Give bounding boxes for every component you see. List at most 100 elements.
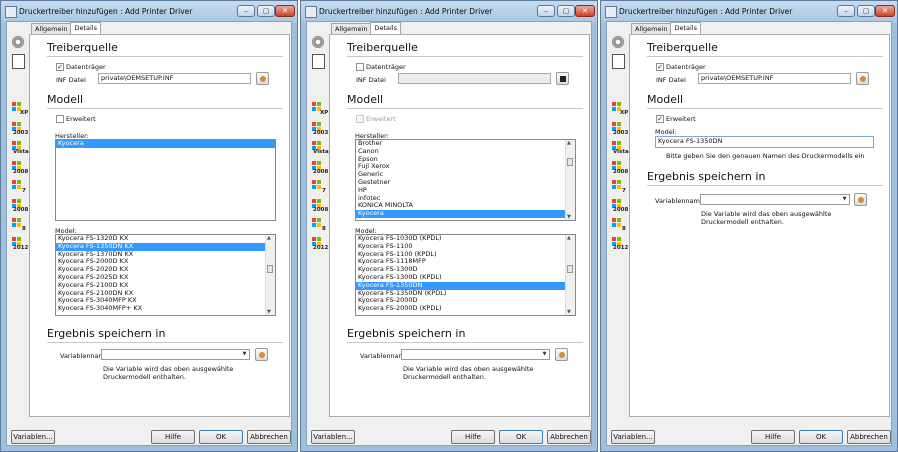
extended-checkbox[interactable]: [56, 115, 64, 123]
variables-button[interactable]: Variablen...: [611, 430, 655, 444]
os-2012[interactable]: 2012: [12, 237, 28, 255]
scroll-up-icon[interactable]: ▲: [567, 235, 571, 241]
list-item[interactable]: HP: [356, 186, 575, 195]
variables-button[interactable]: Variablen...: [11, 430, 55, 444]
chevron-down-icon[interactable]: ▼: [540, 350, 549, 359]
os-xp[interactable]: XP: [312, 102, 328, 120]
help-button[interactable]: Hilfe: [451, 430, 495, 444]
maximize-button[interactable]: ▢: [557, 5, 575, 17]
extended-checkbox[interactable]: ✓: [656, 115, 664, 123]
scrollbar[interactable]: ▲ ▼: [565, 235, 575, 315]
ok-button[interactable]: OK: [499, 430, 543, 444]
list-item[interactable]: Kyocera: [356, 209, 575, 218]
scroll-thumb[interactable]: [567, 158, 573, 166]
browse-button[interactable]: [256, 72, 269, 85]
inf-path-field[interactable]: [398, 73, 551, 84]
scroll-down-icon[interactable]: ▼: [567, 309, 571, 315]
chevron-down-icon[interactable]: ▼: [840, 195, 849, 204]
os-8[interactable]: 8: [12, 218, 28, 236]
os-2012[interactable]: 2012: [312, 237, 328, 255]
list-item[interactable]: Fuji Xerox: [356, 163, 575, 171]
scrollbar[interactable]: ▲ ▼: [265, 235, 275, 315]
inf-path-field[interactable]: private\OEMSETUP.INF: [698, 73, 851, 84]
list-item[interactable]: Canon: [356, 147, 575, 156]
minimize-button[interactable]: –: [237, 5, 255, 17]
minimize-button[interactable]: –: [537, 5, 555, 17]
extended-checkbox[interactable]: [356, 115, 364, 123]
document-icon[interactable]: [612, 54, 625, 69]
help-button[interactable]: Hilfe: [751, 430, 795, 444]
manufacturer-list[interactable]: Brother Canon Epson Fuji Xerox Generic G…: [355, 139, 576, 221]
close-button[interactable]: ✕: [875, 5, 895, 17]
os-2008[interactable]: 2008: [12, 161, 28, 179]
close-button[interactable]: ✕: [575, 5, 595, 17]
help-button[interactable]: Hilfe: [151, 430, 195, 444]
cancel-button[interactable]: Abbrechen: [847, 430, 891, 444]
list-item[interactable]: Brother: [356, 140, 575, 148]
os-vista[interactable]: Vista: [12, 141, 29, 159]
list-item[interactable]: Kyocera FS-2000D (KPDL): [356, 304, 575, 313]
media-checkbox[interactable]: ✓: [56, 63, 64, 71]
list-item[interactable]: Kyocera FS-3040MFP+ KX: [56, 304, 275, 313]
os-7[interactable]: 7: [312, 180, 328, 198]
list-item[interactable]: Kyocera: [56, 140, 275, 148]
model-list[interactable]: Kyocera FS-1030D (KPDL) Kyocera FS-1100 …: [355, 234, 576, 316]
browse-button[interactable]: [856, 72, 869, 85]
scroll-down-icon[interactable]: ▼: [567, 214, 571, 220]
scroll-thumb[interactable]: [567, 265, 573, 273]
os-2003[interactable]: 2003: [312, 122, 328, 140]
os-vista[interactable]: Vista: [312, 141, 329, 159]
variable-name-combo[interactable]: ▼: [401, 349, 550, 360]
os-2008[interactable]: 2008: [312, 161, 328, 179]
os-2008r2[interactable]: 2008: [312, 199, 328, 217]
os-xp[interactable]: XP: [12, 102, 28, 120]
document-icon[interactable]: [12, 54, 25, 69]
os-2008r2[interactable]: 2008: [612, 199, 628, 217]
cancel-button[interactable]: Abbrechen: [247, 430, 291, 444]
maximize-button[interactable]: ▢: [857, 5, 875, 17]
os-2008[interactable]: 2008: [612, 161, 628, 179]
maximize-button[interactable]: ▢: [257, 5, 275, 17]
variable-picker-button[interactable]: [854, 193, 867, 206]
os-vista[interactable]: Vista: [612, 141, 629, 159]
os-2012[interactable]: 2012: [612, 237, 628, 255]
close-button[interactable]: ✕: [275, 5, 295, 17]
os-8[interactable]: 8: [612, 218, 628, 236]
gear-icon[interactable]: [12, 36, 24, 48]
os-2008r2[interactable]: 2008: [12, 199, 28, 217]
list-item[interactable]: KONICA MINOLTA: [356, 202, 575, 210]
gear-icon[interactable]: [612, 36, 624, 48]
model-list[interactable]: Kyocera FS-1320D KX Kyocera FS-1350DN KX…: [55, 234, 276, 316]
browse-button[interactable]: [556, 72, 569, 85]
cancel-button[interactable]: Abbrechen: [547, 430, 591, 444]
inf-path-field[interactable]: private\OEMSETUP.INF: [98, 73, 251, 84]
os-xp[interactable]: XP: [612, 102, 628, 120]
minimize-button[interactable]: –: [837, 5, 855, 17]
variable-name-combo[interactable]: ▼: [700, 194, 850, 205]
os-2003[interactable]: 2003: [612, 122, 628, 140]
os-7[interactable]: 7: [12, 180, 28, 198]
ok-button[interactable]: OK: [199, 430, 243, 444]
title-bar[interactable]: Druckertreiber hinzufügen : Add Printer …: [601, 1, 897, 23]
gear-icon[interactable]: [312, 36, 324, 48]
list-item[interactable]: Gestetner: [356, 178, 575, 187]
manufacturer-list[interactable]: Kyocera: [55, 139, 276, 221]
media-checkbox[interactable]: ✓: [656, 63, 664, 71]
scroll-up-icon[interactable]: ▲: [267, 235, 271, 241]
media-checkbox[interactable]: [356, 63, 364, 71]
title-bar[interactable]: Druckertreiber hinzufügen : Add Printer …: [301, 1, 597, 23]
variables-button[interactable]: Variablen...: [311, 430, 355, 444]
os-8[interactable]: 8: [312, 218, 328, 236]
ok-button[interactable]: OK: [799, 430, 843, 444]
model-name-field[interactable]: Kyocera FS-1350DN: [655, 136, 874, 148]
scroll-down-icon[interactable]: ▼: [267, 309, 271, 315]
os-7[interactable]: 7: [612, 180, 628, 198]
scroll-thumb[interactable]: [267, 265, 273, 273]
chevron-down-icon[interactable]: ▼: [240, 350, 249, 359]
os-2003[interactable]: 2003: [12, 122, 28, 140]
document-icon[interactable]: [312, 54, 325, 69]
scrollbar[interactable]: ▲ ▼: [565, 140, 575, 220]
title-bar[interactable]: Druckertreiber hinzufügen : Add Printer …: [1, 1, 297, 23]
scroll-up-icon[interactable]: ▲: [567, 140, 571, 146]
variable-name-combo[interactable]: ▼: [101, 349, 250, 360]
